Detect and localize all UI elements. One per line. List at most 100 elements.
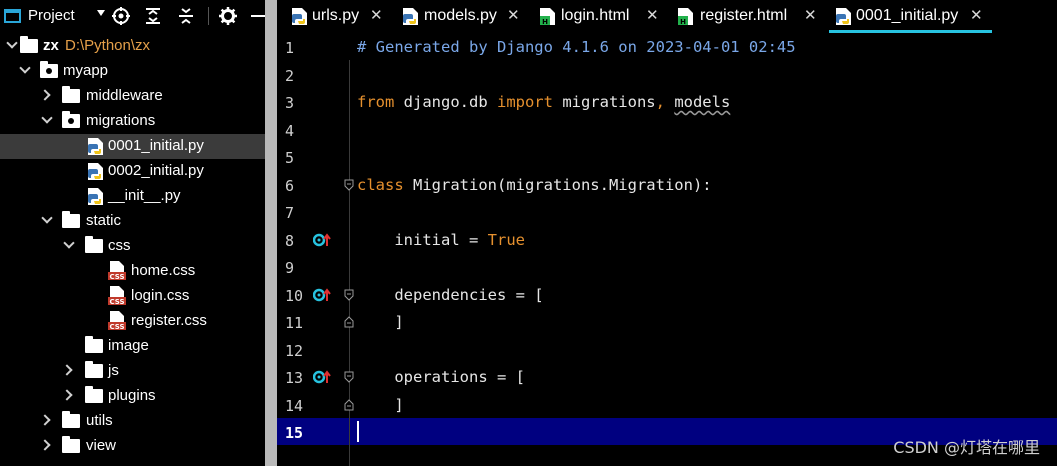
folder-icon bbox=[85, 236, 103, 253]
close-icon[interactable]: ✕ bbox=[370, 6, 383, 24]
override-marker-icon[interactable] bbox=[313, 233, 331, 247]
code-token: models bbox=[674, 93, 731, 111]
code-line[interactable] bbox=[357, 62, 1057, 89]
css-file-icon: CSS bbox=[108, 286, 126, 306]
tree-item-static[interactable]: static bbox=[0, 209, 265, 234]
code-line[interactable]: operations = [ bbox=[357, 364, 1057, 391]
chevron-down-icon[interactable] bbox=[97, 10, 105, 16]
tree-item-zx[interactable]: zx D:\Python\zx bbox=[0, 34, 265, 59]
close-icon[interactable]: ✕ bbox=[970, 6, 983, 24]
code-line[interactable]: class Migration(migrations.Migration): bbox=[357, 172, 1057, 199]
tree-item-css[interactable]: css bbox=[0, 234, 265, 259]
tree-item-label: view bbox=[86, 437, 117, 454]
folder-icon bbox=[62, 211, 80, 228]
override-marker-icon[interactable] bbox=[313, 288, 331, 302]
chevron-right-icon[interactable] bbox=[61, 364, 73, 376]
fold-open-icon[interactable] bbox=[344, 371, 354, 383]
line-number: 4 bbox=[285, 122, 295, 140]
code-line[interactable]: initial = True bbox=[357, 227, 1057, 254]
chevron-right-icon[interactable] bbox=[61, 389, 73, 401]
code-line[interactable]: ] bbox=[357, 309, 1057, 336]
chevron-right-icon[interactable] bbox=[39, 89, 51, 101]
minimize-icon[interactable] bbox=[250, 7, 265, 25]
chevron-right-icon[interactable] bbox=[39, 439, 51, 451]
tree-item-init[interactable]: __init__.py bbox=[0, 184, 265, 209]
tree-item-label: myapp bbox=[63, 62, 109, 79]
project-header: Project bbox=[0, 0, 265, 33]
panel-scrollbar[interactable] bbox=[265, 0, 277, 466]
tree-item-migrations[interactable]: migrations bbox=[0, 109, 265, 134]
code-token: Migration(migrations.Migration): bbox=[403, 175, 712, 194]
fold-close-icon[interactable] bbox=[344, 316, 354, 328]
project-path: D:\Python\zx bbox=[65, 37, 151, 54]
code-line[interactable] bbox=[357, 117, 1057, 144]
tree-item-view[interactable]: view bbox=[0, 434, 265, 459]
code-token: # Generated by Django 4.1.6 on 2023-04-0… bbox=[357, 38, 796, 56]
chevron-down-icon[interactable] bbox=[19, 62, 31, 74]
tree-item-0002-initial[interactable]: 0002_initial.py bbox=[0, 159, 265, 184]
code-token: migrations bbox=[552, 93, 656, 111]
code-area[interactable]: # Generated by Django 4.1.6 on 2023-04-0… bbox=[357, 34, 1057, 466]
tree-item-myapp[interactable]: myapp bbox=[0, 59, 265, 84]
code-token: dependencies = [ bbox=[357, 285, 544, 304]
gutter: 1 2 3 4 5 6 7 8 9 10 11 12 13 14 15 bbox=[277, 34, 357, 466]
line-number: 14 bbox=[285, 397, 304, 415]
tree-item-js[interactable]: js bbox=[0, 359, 265, 384]
project-title[interactable]: Project bbox=[28, 7, 75, 24]
python-file-icon bbox=[403, 8, 418, 25]
chevron-down-icon[interactable] bbox=[41, 212, 53, 224]
python-file-icon bbox=[292, 8, 307, 25]
tab-label: urls.py bbox=[312, 7, 360, 24]
tree-item-utils[interactable]: utils bbox=[0, 409, 265, 434]
tree-item-plugins[interactable]: plugins bbox=[0, 384, 265, 409]
line-number-current: 15 bbox=[285, 424, 304, 442]
html-file-icon: H bbox=[678, 8, 693, 26]
code-line[interactable] bbox=[357, 254, 1057, 281]
code-token: , bbox=[655, 93, 675, 111]
fold-open-icon[interactable] bbox=[344, 289, 354, 301]
code-line[interactable] bbox=[357, 199, 1057, 226]
close-icon[interactable]: ✕ bbox=[507, 6, 520, 24]
tree-item-0001-initial[interactable]: 0001_initial.py bbox=[0, 134, 265, 159]
tree-item-home-css[interactable]: CSS home.css bbox=[0, 259, 265, 284]
code-line[interactable] bbox=[357, 144, 1057, 171]
tab-urls-py[interactable]: urls.py ✕ bbox=[287, 0, 395, 33]
project-panel: Project zx D:\Python\zx myapp middleware… bbox=[0, 0, 265, 466]
close-icon[interactable]: ✕ bbox=[646, 6, 659, 24]
collapse-all-icon[interactable] bbox=[177, 7, 195, 25]
code-line[interactable]: ] bbox=[357, 392, 1057, 419]
code-line[interactable] bbox=[357, 337, 1057, 364]
chevron-right-icon[interactable] bbox=[39, 414, 51, 426]
project-window-icon bbox=[4, 9, 21, 23]
tree-item-register-css[interactable]: CSS register.css bbox=[0, 309, 265, 334]
line-number: 9 bbox=[285, 259, 295, 277]
tree-item-image[interactable]: image bbox=[0, 334, 265, 359]
close-icon[interactable]: ✕ bbox=[804, 6, 817, 24]
chevron-down-icon[interactable] bbox=[41, 112, 53, 124]
code-line[interactable]: # Generated by Django 4.1.6 on 2023-04-0… bbox=[357, 34, 1057, 61]
expand-all-icon[interactable] bbox=[144, 7, 162, 25]
gear-icon[interactable] bbox=[219, 7, 237, 25]
tree-item-login-css[interactable]: CSS login.css bbox=[0, 284, 265, 309]
line-number: 1 bbox=[285, 39, 295, 57]
tree-item-label: image bbox=[108, 337, 149, 354]
line-number: 11 bbox=[285, 314, 304, 332]
locate-icon[interactable] bbox=[112, 7, 130, 25]
folder-icon bbox=[62, 86, 80, 103]
fold-open-icon[interactable] bbox=[344, 179, 354, 191]
tab-register-html[interactable]: H register.html ✕ bbox=[675, 0, 825, 33]
chevron-down-icon[interactable] bbox=[6, 37, 18, 49]
tree-item-label: static bbox=[86, 212, 122, 229]
tab-login-html[interactable]: H login.html ✕ bbox=[537, 0, 670, 33]
line-number: 8 bbox=[285, 232, 295, 250]
chevron-down-icon[interactable] bbox=[63, 237, 75, 249]
css-file-icon: CSS bbox=[108, 261, 126, 281]
code-line[interactable]: dependencies = [ bbox=[357, 282, 1057, 309]
tree-item-middleware[interactable]: middleware bbox=[0, 84, 265, 109]
tree-item-label: css bbox=[108, 237, 131, 254]
override-marker-icon[interactable] bbox=[313, 370, 331, 384]
tab-0001-initial-py[interactable]: 0001_initial.py ✕ bbox=[829, 0, 992, 33]
tab-models-py[interactable]: models.py ✕ bbox=[400, 0, 528, 33]
fold-close-icon[interactable] bbox=[344, 399, 354, 411]
code-line[interactable]: from django.db import migrations, models bbox=[357, 89, 1057, 116]
